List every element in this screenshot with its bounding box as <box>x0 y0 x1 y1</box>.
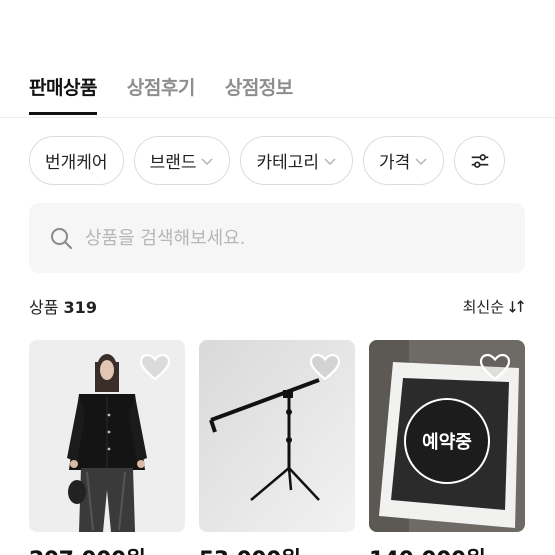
product-count-value: 319 <box>63 298 97 317</box>
tab-store-info[interactable]: 상점정보 <box>225 73 293 117</box>
heart-icon[interactable] <box>309 353 341 381</box>
filter-price[interactable]: 가격 <box>363 136 445 185</box>
sort-arrows-icon <box>509 299 524 313</box>
heart-icon[interactable] <box>139 353 171 381</box>
reserved-badge: 예약중 <box>404 398 490 484</box>
product-card[interactable]: 53,000원 <box>199 340 355 555</box>
product-card[interactable]: 예약중 140,000원 <box>369 340 525 555</box>
filter-brand[interactable]: 브랜드 <box>133 136 231 185</box>
search-input[interactable] <box>85 227 485 249</box>
product-summary-row: 상품 319 최신순 <box>29 294 526 318</box>
product-price: 53,000원 <box>199 542 355 555</box>
filter-label: 브랜드 <box>149 153 197 173</box>
product-image <box>29 340 185 532</box>
product-price: 207,000원 <box>29 542 185 555</box>
sort-label: 최신순 <box>462 297 504 316</box>
filter-label: 번개케어 <box>45 153 108 173</box>
product-count-label: 상품 <box>29 298 59 317</box>
product-image <box>199 340 355 532</box>
tab-reviews[interactable]: 상점후기 <box>127 73 195 117</box>
filter-bar: 번개케어 브랜드 카테고리 가격 <box>29 136 555 185</box>
search-icon <box>51 228 72 249</box>
product-count: 상품 319 <box>29 294 97 318</box>
heart-icon[interactable] <box>479 353 511 381</box>
product-search-bar[interactable] <box>29 203 525 273</box>
product-price: 140,000원 <box>369 542 525 555</box>
product-image: 예약중 <box>369 340 525 532</box>
sliders-icon <box>471 153 489 168</box>
sort-button[interactable]: 최신순 <box>463 296 526 317</box>
filter-label: 카테고리 <box>256 153 320 173</box>
store-tabs: 판매상품 상점후기 상점정보 <box>29 73 293 117</box>
product-card[interactable]: 207,000원 <box>29 340 185 555</box>
filter-label: 가격 <box>379 153 411 173</box>
filter-category[interactable]: 카테고리 <box>240 136 354 185</box>
chevron-down-icon <box>414 154 428 168</box>
chevron-down-icon <box>200 154 214 168</box>
chevron-down-icon <box>323 154 337 168</box>
tabs-divider <box>0 117 555 118</box>
filter-bungae-care[interactable]: 번개케어 <box>29 136 124 185</box>
filter-settings-button[interactable] <box>454 136 506 185</box>
tab-products[interactable]: 판매상품 <box>29 73 97 117</box>
product-grid: 207,000원 <box>29 340 525 555</box>
